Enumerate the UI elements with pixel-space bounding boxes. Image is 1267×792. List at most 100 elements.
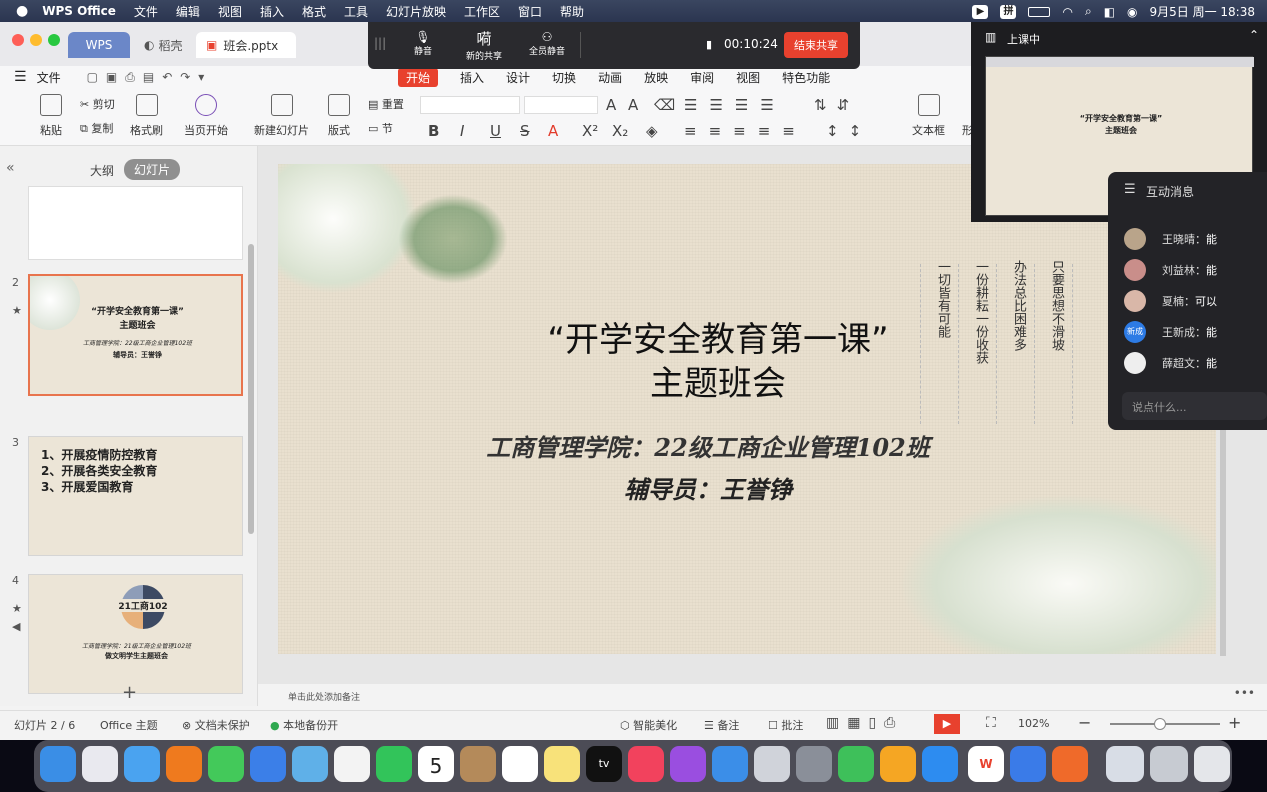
protect-status[interactable]: ⊗ 文档未保护 xyxy=(182,717,250,733)
spacing-icons[interactable]: ↕↕ xyxy=(826,122,871,140)
zoom-slider-thumb[interactable] xyxy=(1154,718,1166,730)
appletv-icon[interactable]: tv xyxy=(586,746,622,782)
subscript-icon[interactable]: X₂ xyxy=(612,122,628,140)
font-color-icon[interactable]: A xyxy=(548,122,558,140)
firefox-icon[interactable] xyxy=(166,746,202,782)
facetime-icon[interactable] xyxy=(376,746,412,782)
collapse-preview-icon[interactable]: ⌃ xyxy=(1249,28,1259,42)
tab-docer[interactable]: ◐ 稻壳 xyxy=(134,32,194,58)
reminders-icon[interactable] xyxy=(502,746,538,782)
shrink-font-icon[interactable]: A xyxy=(628,96,638,114)
hamburger-icon[interactable]: ☰ xyxy=(14,69,27,85)
slide-thumb-4[interactable]: 21工商102 工商管理学院：21级工商企业管理102班 做文明学生主题班会 xyxy=(28,574,243,694)
menu-help[interactable]: 帮助 xyxy=(560,3,584,20)
tab-slideshow[interactable]: 放映 xyxy=(644,69,668,86)
bold-icon[interactable]: B xyxy=(428,122,439,140)
messages-icon[interactable] xyxy=(208,746,244,782)
strikethrough-icon[interactable]: S xyxy=(520,122,530,140)
wps-icon[interactable]: W xyxy=(968,746,1004,782)
minimize-window-button[interactable] xyxy=(30,34,42,46)
menu-tools[interactable]: 工具 xyxy=(344,3,368,20)
drag-handle-icon[interactable]: ||| xyxy=(374,36,386,50)
tab-view[interactable]: 视图 xyxy=(736,69,760,86)
notes-placeholder[interactable]: 单击此处添加备注 xyxy=(288,690,360,703)
tab-transitions[interactable]: 切换 xyxy=(552,69,576,86)
chat-menu-icon[interactable]: ☰ xyxy=(1124,182,1136,197)
finder-icon[interactable] xyxy=(40,746,76,782)
keynote-icon[interactable] xyxy=(712,746,748,782)
beautify-button[interactable]: ⬡ 智能美化 xyxy=(620,717,677,733)
superscript-icon[interactable]: X² xyxy=(582,122,598,140)
collapse-panel-icon[interactable]: « xyxy=(6,160,15,176)
notes-icon[interactable] xyxy=(544,746,580,782)
menu-edit[interactable]: 编辑 xyxy=(176,3,200,20)
wifi-icon[interactable]: ◠ xyxy=(1062,5,1072,19)
music-icon[interactable] xyxy=(628,746,664,782)
tab-insert[interactable]: 插入 xyxy=(460,69,484,86)
minimized-window-icon[interactable] xyxy=(1106,746,1144,782)
trash-icon[interactable] xyxy=(1194,746,1230,782)
outline-tab[interactable]: 大纲 xyxy=(90,162,114,179)
comment-button[interactable]: ☐ 批注 xyxy=(768,717,803,733)
system-preferences-icon[interactable] xyxy=(796,746,832,782)
backup-status[interactable]: ● 本地备份开 xyxy=(270,717,338,733)
clock[interactable]: 9月5日 周一 18:38 xyxy=(1150,3,1255,20)
play-current-button[interactable]: 当页开始 xyxy=(184,94,228,138)
section-button[interactable]: ▭ 节 xyxy=(368,120,393,136)
play-slideshow-button[interactable]: ▶ xyxy=(934,714,960,734)
tab-home[interactable]: 开始 xyxy=(398,67,439,87)
mute-button[interactable]: 🎙︎ 静音 xyxy=(408,30,438,57)
textbox-button[interactable]: 文本框 xyxy=(912,94,945,138)
tab-document[interactable]: ▣ 班会.pptx xyxy=(196,32,296,58)
contacts-icon[interactable] xyxy=(460,746,496,782)
highlight-icon[interactable]: ◈ xyxy=(646,122,658,140)
siri-icon[interactable]: ◉ xyxy=(1127,5,1137,19)
align-icons[interactable]: ≡≡≡≡≡ xyxy=(684,122,807,140)
feishu-icon[interactable] xyxy=(1010,746,1046,782)
format-painter-button[interactable]: 格式刷 xyxy=(130,94,163,138)
search-icon[interactable]: ⌕ xyxy=(1085,4,1092,19)
maps-icon[interactable] xyxy=(292,746,328,782)
menu-format[interactable]: 格式 xyxy=(302,3,326,20)
calendar-icon[interactable]: 5 xyxy=(418,746,454,782)
slide-thumb-2[interactable]: “开学安全教育第一课” 主题班会 工商管理学院：22级工商企业管理102班 辅导… xyxy=(28,274,243,396)
thumb-scrollbar[interactable] xyxy=(248,244,254,534)
tab-review[interactable]: 审阅 xyxy=(690,69,714,86)
paragraph-icons[interactable]: ☰☰☰☰ xyxy=(684,96,786,114)
menu-insert[interactable]: 插入 xyxy=(260,3,284,20)
theme-name[interactable]: Office 主题 xyxy=(100,717,158,733)
minimized-window-icon[interactable] xyxy=(1150,746,1188,782)
slide-thumb-3[interactable]: 1、开展疫情防控教育 2、开展各类安全教育 3、开展爱国教育 xyxy=(28,436,243,556)
tab-wps[interactable]: WPS xyxy=(68,32,130,58)
numbers-icon[interactable] xyxy=(838,746,874,782)
font-size-select[interactable] xyxy=(524,96,598,114)
zoom-level[interactable]: 102% xyxy=(1018,717,1049,730)
clear-format-icon[interactable]: ⌫ xyxy=(654,96,675,114)
paste-button[interactable]: 粘贴 xyxy=(40,94,62,138)
menu-window[interactable]: 窗口 xyxy=(518,3,542,20)
photos-icon[interactable] xyxy=(334,746,370,782)
font-family-select[interactable] xyxy=(420,96,520,114)
app-icon[interactable] xyxy=(1052,746,1088,782)
fit-window-icon[interactable]: ⛶ xyxy=(986,715,996,731)
preview-icon[interactable] xyxy=(754,746,790,782)
slides-tab[interactable]: 幻灯片 xyxy=(124,159,181,180)
notes-pane[interactable]: 单击此处添加备注 ••• xyxy=(258,684,1267,710)
ime-icon[interactable]: 拼 xyxy=(1000,4,1017,19)
zoom-window-button[interactable] xyxy=(48,34,60,46)
control-center-icon[interactable]: ◧ xyxy=(1104,5,1115,19)
chat-input[interactable]: 说点什么... xyxy=(1122,392,1267,420)
slide-thumb-1[interactable] xyxy=(28,186,243,260)
underline-icon[interactable]: U xyxy=(490,122,501,140)
menu-workspace[interactable]: 工作区 xyxy=(464,3,500,20)
layout-button[interactable]: 版式 xyxy=(328,94,350,138)
mute-all-button[interactable]: ⚇ 全员静音 xyxy=(524,30,570,57)
notes-button[interactable]: ☰ 备注 xyxy=(704,717,739,733)
close-window-button[interactable] xyxy=(12,34,24,46)
tab-design[interactable]: 设计 xyxy=(506,69,530,86)
add-slide-button[interactable]: + xyxy=(122,682,137,703)
file-menu-button[interactable]: 文件 xyxy=(37,69,61,86)
quick-access-icons[interactable]: ▢▣⎙▤↶↷▾ xyxy=(87,70,213,85)
tab-special[interactable]: 特色功能 xyxy=(782,69,830,86)
safari-icon[interactable] xyxy=(124,746,160,782)
